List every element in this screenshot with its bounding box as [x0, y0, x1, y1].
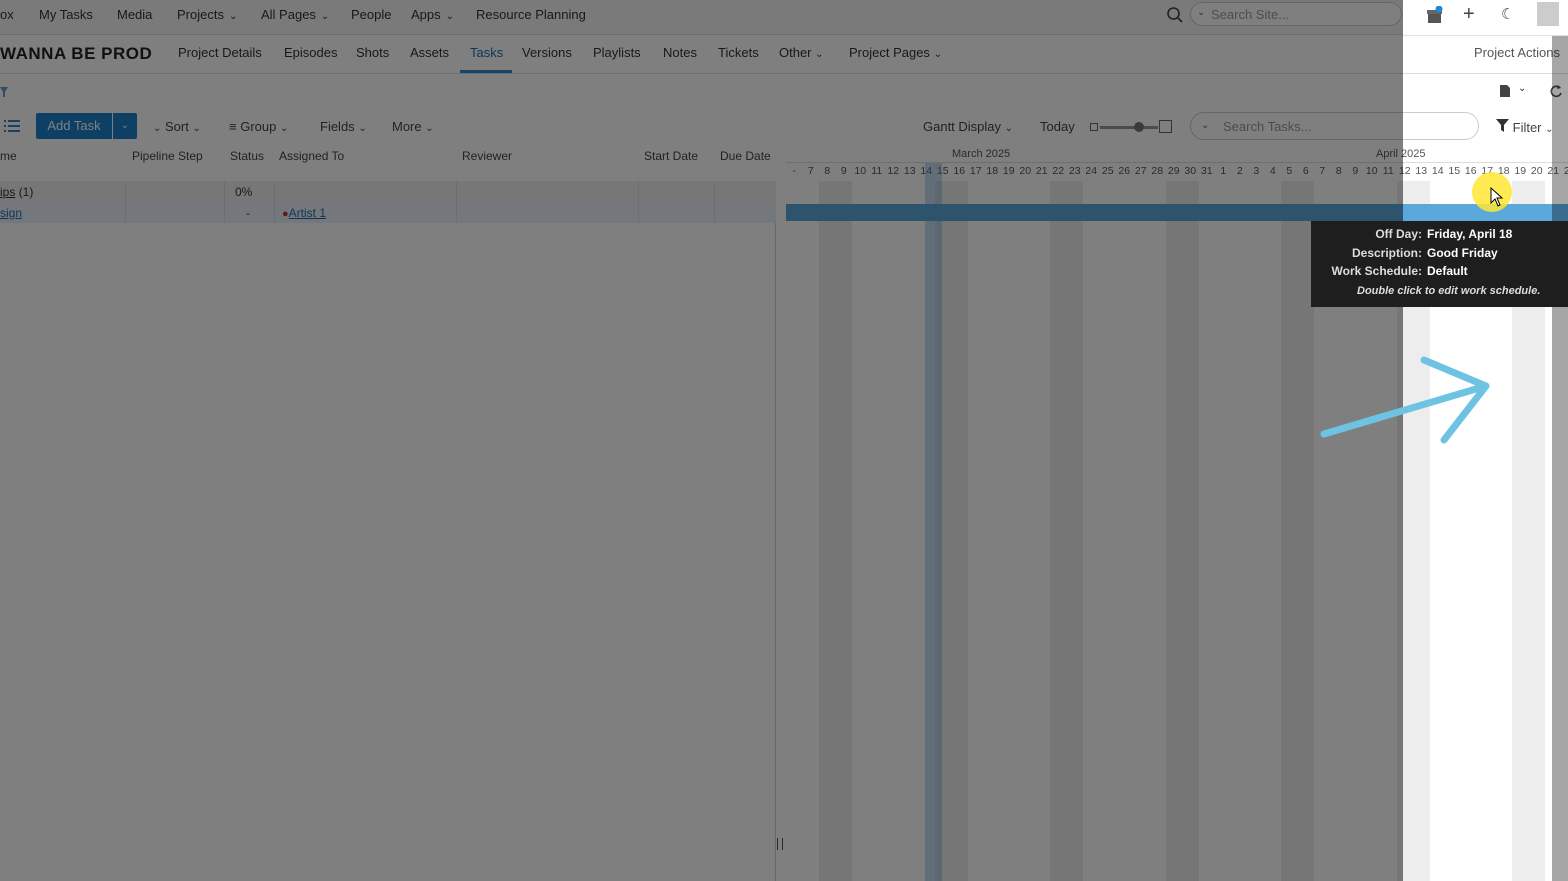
page-icon[interactable] [1499, 84, 1511, 98]
off-day-label: Off Day: [1375, 227, 1422, 241]
gantt-day-label: 15 [1448, 165, 1461, 177]
gantt-day-label: 16 [1464, 165, 1477, 177]
filter-icon [1496, 119, 1509, 132]
description-label: Description: [1351, 246, 1422, 260]
moon-icon[interactable]: ☾ [1501, 5, 1514, 23]
gantt-day-label: 20 [1530, 165, 1543, 177]
filter-button[interactable]: Filter ⌄ [1496, 119, 1554, 135]
dim-overlay [0, 0, 1403, 881]
off-day-value: Friday, April 18 [1427, 227, 1513, 241]
gantt-day-label: 19 [1514, 165, 1527, 177]
off-day-tooltip: Off Day: Friday, April 18 Description: G… [1311, 221, 1568, 307]
header-icons: + ☾ [1403, 0, 1568, 36]
filter-label: Filter [1512, 120, 1542, 135]
plus-icon[interactable]: + [1463, 3, 1475, 26]
schedule-value: Default [1427, 264, 1468, 278]
description-value: Good Friday [1427, 246, 1498, 260]
gift-icon[interactable] [1426, 6, 1444, 24]
gantt-day-label: 14 [1431, 165, 1444, 177]
tooltip-hint: Double click to edit work schedule. [1357, 285, 1541, 297]
annotation-arrow-icon [1320, 356, 1490, 444]
chevron-down-icon[interactable]: ⌄ [1518, 83, 1526, 94]
gantt-day-label: 13 [1415, 165, 1428, 177]
schedule-label: Work Schedule: [1331, 264, 1422, 278]
avatar[interactable] [1537, 2, 1559, 26]
project-actions-button[interactable]: Project Actions [1474, 45, 1560, 60]
dim-overlay-edge [1552, 36, 1568, 881]
cursor-icon [1490, 187, 1504, 207]
